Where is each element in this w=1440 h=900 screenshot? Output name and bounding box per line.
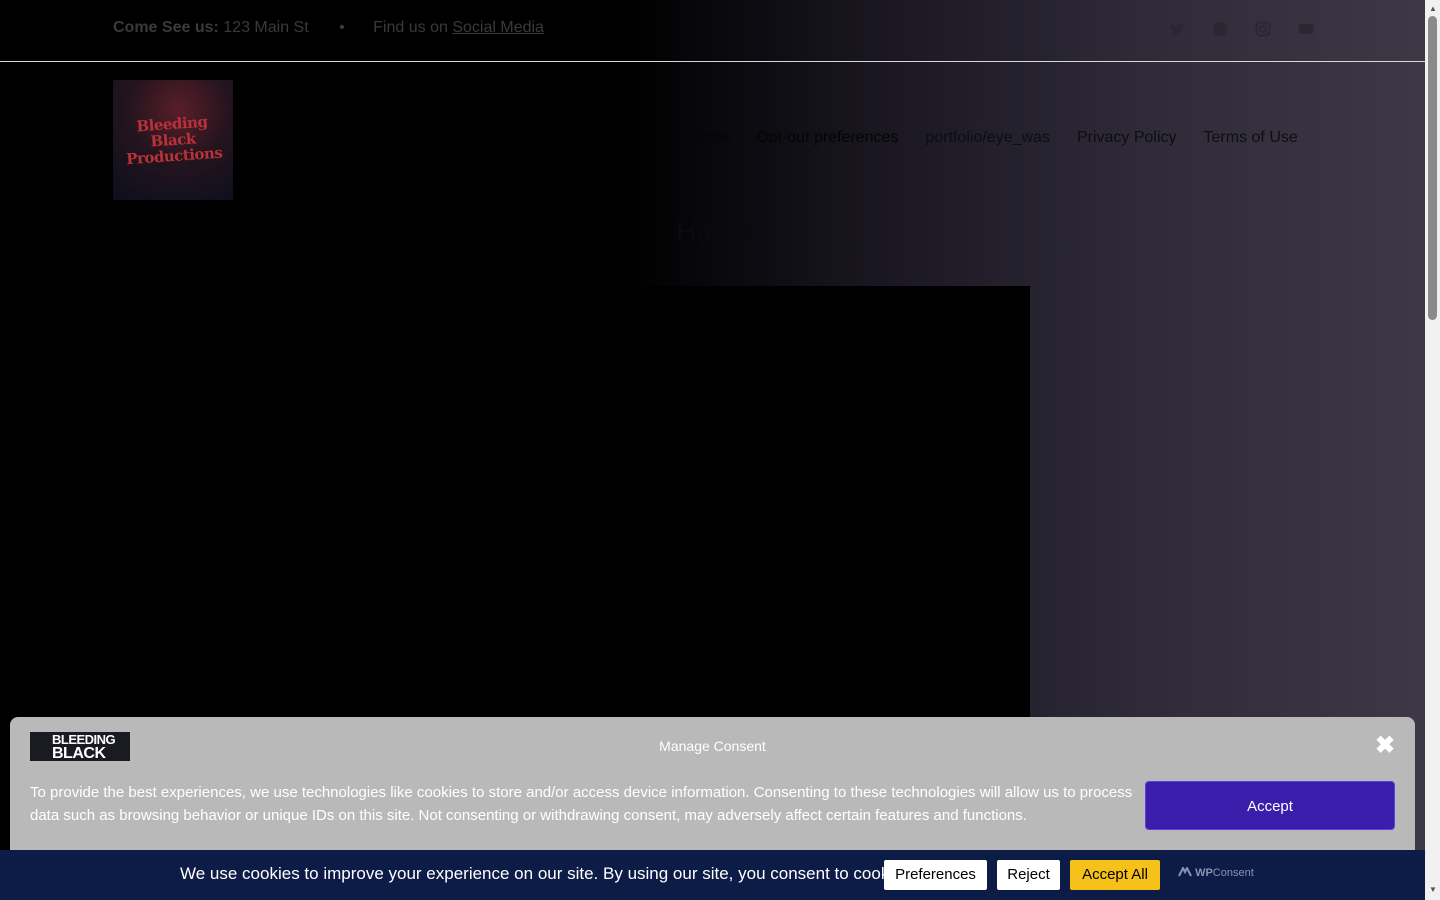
address-value: 123 Main St [223, 19, 309, 36]
wpconsent-brand-bold: WP [1195, 867, 1213, 879]
scroll-up-arrow-icon[interactable]: ▲ [1429, 4, 1437, 13]
twitter-icon[interactable] [1168, 21, 1186, 39]
main-navigation: Home Opt-out preferences portfolio/eye_w… [640, 129, 1325, 147]
scroll-down-arrow-icon[interactable]: ▼ [1429, 885, 1437, 894]
nav-item-blank[interactable] [640, 129, 644, 147]
logo-wordmark: Bleeding Black Productions [123, 113, 222, 169]
wpconsent-brand[interactable]: WPConsent [1178, 865, 1254, 879]
page-title: Home [676, 216, 751, 247]
facebook-icon[interactable] [1211, 21, 1229, 39]
social-icons [1168, 21, 1315, 39]
nav-item-privacy-policy[interactable]: Privacy Policy [1077, 129, 1177, 147]
scroll-thumb[interactable] [1428, 16, 1437, 320]
page-scrollbar[interactable]: ▲ ▼ [1425, 0, 1440, 900]
nav-item-opt-out[interactable]: Opt-out preferences [756, 129, 898, 147]
wpconsent-brand-rest: Consent [1212, 867, 1254, 879]
preferences-button[interactable]: Preferences [884, 860, 987, 890]
nav-item-portfolio[interactable]: portfolio/eye_was [925, 129, 1050, 147]
nav-item-terms[interactable]: Terms of Use [1204, 129, 1298, 147]
accept-button[interactable]: Accept [1145, 781, 1395, 830]
top-info-bar: Come See us: 123 Main St • Find us on So… [0, 0, 1425, 62]
social-media-link[interactable]: Social Media [452, 19, 544, 36]
close-icon[interactable]: ✖ [1375, 734, 1395, 758]
accept-all-button[interactable]: Accept All [1070, 860, 1160, 890]
consent-message: To provide the best experiences, we use … [30, 784, 1133, 824]
cookie-banner: We use cookies to improve your experienc… [0, 850, 1425, 900]
social-prefix: Find us on [373, 19, 448, 36]
wpconsent-logo-icon [1178, 865, 1192, 877]
cookie-message: We use cookies to improve your experienc… [180, 864, 916, 883]
separator-dot: • [339, 19, 345, 36]
consent-modal: BLEEDING BLACK Manage Consent ✖ To provi… [10, 717, 1415, 857]
site-logo[interactable]: Bleeding Black Productions [113, 80, 233, 200]
youtube-icon[interactable] [1297, 21, 1315, 39]
nav-item-home[interactable]: Home [686, 129, 729, 147]
consent-title: Manage Consent [659, 738, 766, 754]
reject-button[interactable]: Reject [997, 860, 1060, 890]
address-label: Come See us: [113, 19, 219, 36]
contact-info: Come See us: 123 Main St • Find us on So… [113, 19, 544, 37]
instagram-icon[interactable] [1254, 21, 1272, 39]
